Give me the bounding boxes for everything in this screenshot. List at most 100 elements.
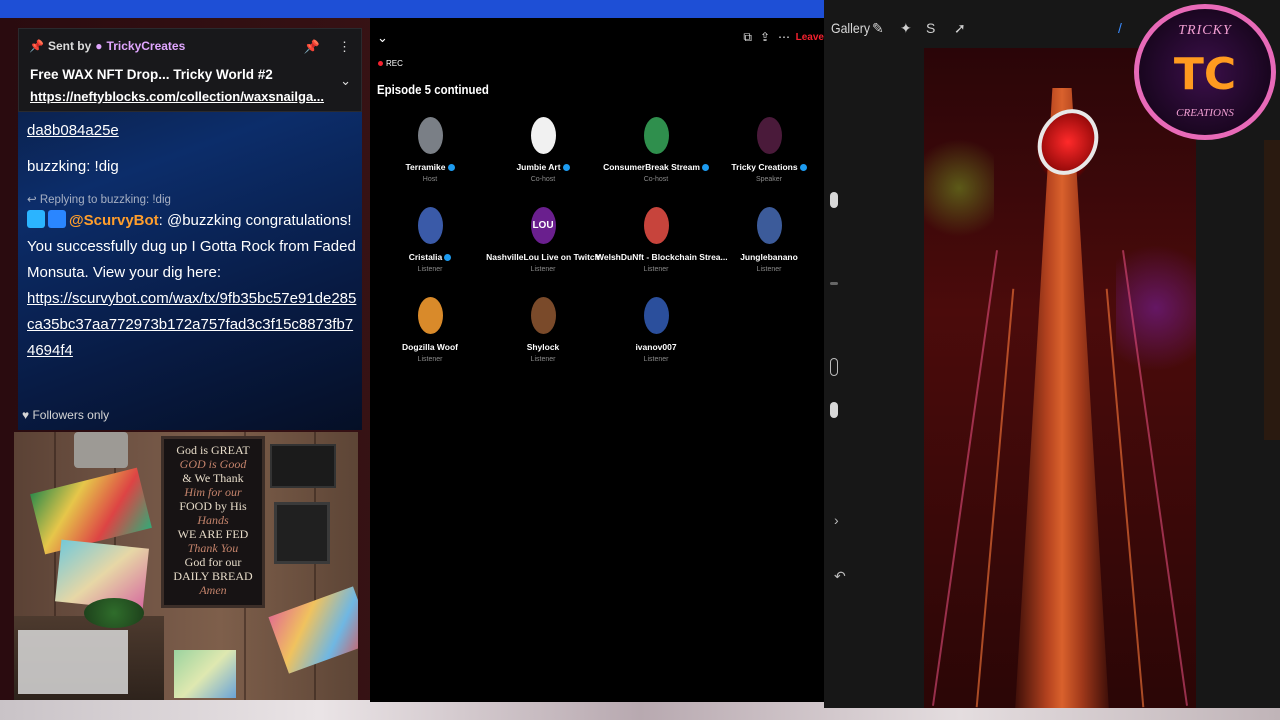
participant-name: Terramike	[370, 162, 490, 172]
participant[interactable]: Shylock Listener	[483, 297, 603, 363]
adjustments-icon[interactable]: ✦	[900, 20, 912, 37]
participant-name: Shylock	[483, 342, 603, 352]
transform-icon[interactable]: ➚	[954, 20, 966, 37]
participant-role: Listener	[530, 266, 556, 273]
bot-username[interactable]: @ScurvyBot	[69, 212, 159, 229]
participant-role: Speaker	[755, 176, 783, 183]
avatar	[643, 117, 669, 154]
participant-name-text: NashvilleLou Live on Twitch	[486, 252, 600, 262]
chevron-down-icon[interactable]: ⌄	[377, 30, 388, 46]
logo-monogram: TC	[1173, 49, 1237, 100]
brush-icon[interactable]: /	[1118, 20, 1122, 36]
rec-label: REC	[386, 59, 403, 68]
logo-bottom-text: CREATIONS	[1176, 107, 1234, 119]
avatar	[417, 297, 443, 334]
participant-name-text: Cristalia	[408, 252, 443, 262]
pinned-link[interactable]: https://neftyblocks.com/collection/waxsn…	[30, 89, 324, 104]
participant-name: ConsumerBreak Stream	[596, 162, 716, 172]
reply-to-text: Replying to buzzking: !dig	[39, 194, 171, 206]
wall-frame	[270, 444, 336, 488]
bot-badge-icon	[27, 210, 45, 228]
chevron-right-icon[interactable]: ›	[834, 512, 839, 528]
wall-art	[30, 467, 152, 555]
verified-icon	[701, 164, 709, 171]
bot-badge2-icon	[48, 210, 66, 228]
more-options-icon[interactable]: ⋮	[338, 39, 351, 55]
participant-role: Co-host	[643, 176, 669, 183]
wall-frame	[274, 502, 330, 564]
participant-role: Listener	[417, 356, 443, 363]
drawing-canvas[interactable]	[924, 48, 1196, 708]
verified-icon	[562, 164, 570, 171]
avatar	[643, 207, 669, 244]
reply-icon: ↩	[27, 194, 37, 206]
avatar	[417, 117, 443, 154]
participant[interactable]: WelshDuNft - Blockchain Strea... Listener	[596, 207, 728, 273]
avatar	[530, 117, 556, 154]
canvas-glow	[924, 128, 994, 248]
participant[interactable]: ConsumerBreak Stream Co-host	[596, 117, 716, 183]
participant-name-text: Shylock	[526, 342, 560, 352]
participant[interactable]: Cristalia Listener	[370, 207, 490, 273]
plant	[84, 598, 144, 628]
participant[interactable]: Jumbie Art Co-host	[483, 117, 603, 183]
reply-indicator: ↩ Replying to buzzking: !dig	[27, 192, 171, 206]
participant-role: Host	[422, 176, 438, 183]
avatar	[756, 117, 782, 154]
participant[interactable]: Terramike Host	[370, 117, 490, 183]
share-icon[interactable]: ⇪	[760, 30, 770, 45]
participant[interactable]: Junglebanano Listener	[709, 207, 829, 273]
more-options-icon[interactable]: ⋯	[778, 30, 790, 45]
canvas-ray	[931, 250, 999, 706]
participant-name-text: ivanov007	[635, 342, 677, 352]
opacity-slider[interactable]	[830, 402, 838, 418]
avatar	[643, 297, 669, 334]
followers-only-indicator: ♥ Followers only	[22, 408, 109, 422]
bot-link[interactable]: https://scurvybot.com/wax/tx/9fb35bc57e9…	[27, 290, 356, 359]
participant-role: Co-host	[530, 176, 556, 183]
unpin-icon[interactable]: 📌	[304, 39, 320, 55]
wall-sign: God is GREAT GOD is Good & We Thank Him …	[161, 436, 265, 608]
painted-eye	[1025, 98, 1111, 186]
stream-edge	[1264, 140, 1280, 440]
undo-icon[interactable]: ↶	[834, 568, 846, 585]
slider-divider	[830, 282, 838, 285]
selection-icon[interactable]: S	[926, 20, 935, 36]
pinned-sender-row: 📌 Sent by ● TrickyCreates	[29, 39, 185, 53]
sign-line: Hands	[197, 513, 229, 527]
sign-line: GOD is Good	[179, 457, 247, 471]
wall-object	[74, 432, 128, 468]
participant-name: Cristalia	[370, 252, 490, 262]
chat-message: buzzking: !dig	[27, 158, 119, 175]
chevron-down-icon[interactable]: ⌄	[340, 73, 351, 89]
modify-button[interactable]	[830, 358, 838, 376]
pinned-sent-by: Sent by	[47, 39, 92, 53]
wrench-icon[interactable]: ✎	[872, 20, 884, 37]
heart-icon: ♥	[22, 408, 30, 422]
sign-line: WE ARE FED	[177, 527, 249, 541]
participant-name-text: ConsumerBreak Stream	[603, 162, 700, 172]
leave-button[interactable]: Leave	[796, 32, 824, 43]
chat-message: da8b084a25e	[27, 122, 119, 139]
minimize-icon[interactable]: ⧉	[743, 30, 752, 45]
participant[interactable]: Tricky Creations Speaker	[709, 117, 829, 183]
brush-size-slider[interactable]	[830, 192, 838, 208]
sign-line: Thank You	[187, 541, 239, 555]
bot-message: @ScurvyBot: @buzzking congratulations! Y…	[27, 208, 357, 364]
sign-line: DAILY BREAD	[173, 569, 253, 583]
participant[interactable]: Dogzilla Woof Listener	[370, 297, 490, 363]
space-panel: ⌄ ⧉ ⇪ ⋯ Leave REC Episode 5 continued Te…	[370, 18, 824, 702]
verified-icon	[444, 254, 452, 261]
space-actions: ⧉ ⇪ ⋯	[743, 30, 790, 45]
sign-line: God is GREAT	[176, 443, 250, 457]
pinned-message[interactable]: 📌 Sent by ● TrickyCreates 📌 ⋮ Free WAX N…	[18, 28, 362, 112]
participant[interactable]: ivanov007 Listener	[596, 297, 716, 363]
gallery-button[interactable]: Gallery	[831, 20, 870, 36]
participant[interactable]: LOU NashvilleLou Live on Twitch Listener	[483, 207, 603, 273]
verified-icon	[447, 164, 455, 171]
sign-line: God for our	[184, 555, 242, 569]
sign-line: Him for our	[184, 485, 242, 499]
space-header: ⌄ ⧉ ⇪ ⋯ Leave	[370, 18, 824, 58]
participant-role: Listener	[643, 356, 669, 363]
participant-name-text: Jumbie Art	[516, 162, 561, 172]
